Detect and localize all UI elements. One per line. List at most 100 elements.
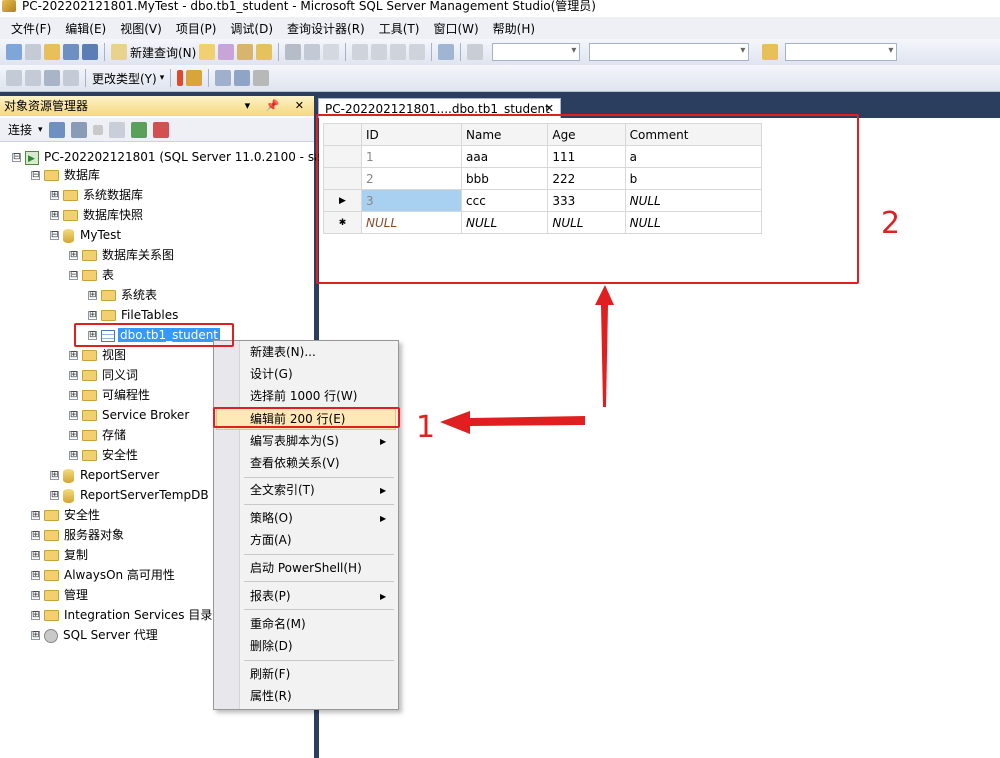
menu-item-design[interactable]: 设计(G) (250, 363, 293, 385)
tree-item-programmability[interactable]: ⊞ 可编程性 (69, 385, 150, 405)
menu-item-refresh[interactable]: 刷新(F) (250, 663, 290, 685)
connect-object-explorer-icon[interactable] (48, 121, 65, 138)
panel-window-controls[interactable]: ▾ 📌 ✕ (245, 96, 310, 116)
paste-icon[interactable] (323, 44, 340, 60)
new-query-button[interactable]: 新建查询(N) (130, 44, 196, 61)
disconnect-icon[interactable] (70, 121, 87, 138)
solution-platform-select[interactable] (589, 43, 750, 61)
expand-toggle-icon[interactable]: ⊞ (50, 191, 59, 200)
verify-sql-icon[interactable] (186, 70, 203, 86)
collapse-toggle-icon[interactable]: ⊟ (31, 171, 40, 180)
collapse-toggle-icon[interactable]: ⊟ (12, 153, 21, 162)
collapse-toggle-icon[interactable]: ⊟ (69, 271, 78, 280)
show-criteria-pane-icon[interactable] (25, 70, 41, 86)
expand-toggle-icon[interactable]: ⊞ (31, 531, 40, 540)
menu-item-policies[interactable]: 策略(O) (250, 507, 293, 529)
database-engine-query-icon[interactable] (199, 44, 216, 60)
navigate-backward-icon[interactable] (390, 44, 407, 60)
expand-toggle-icon[interactable]: ⊞ (69, 351, 78, 360)
save-icon[interactable] (63, 44, 79, 60)
new-project-icon[interactable] (6, 44, 22, 60)
expand-toggle-icon[interactable]: ⊞ (69, 451, 78, 460)
menu-item-properties[interactable]: 属性(R) (250, 685, 292, 707)
tree-item-management[interactable]: ⊞ 管理 (31, 585, 88, 605)
tree-item-storage[interactable]: ⊞ 存储 (69, 425, 126, 445)
menu-item-delete[interactable]: 删除(D) (250, 635, 293, 657)
menu-item-script-table-as[interactable]: 编写表脚本为(S) (250, 430, 339, 452)
tree-item-db-security[interactable]: ⊞ 安全性 (69, 445, 138, 465)
tree-item-integration-services[interactable]: ⊞ Integration Services 目录 (31, 605, 212, 625)
navigate-forward-icon[interactable] (409, 44, 426, 60)
add-table-icon[interactable] (234, 70, 251, 86)
tree-item-service-broker[interactable]: ⊞ Service Broker (69, 405, 189, 425)
menu-item-full-text-index[interactable]: 全文索引(T) (250, 479, 315, 501)
mdx-query-icon[interactable] (218, 44, 235, 60)
tree-item-mytest[interactable]: ⊟ MyTest (50, 225, 121, 245)
tree-item-synonyms[interactable]: ⊞ 同义词 (69, 365, 138, 385)
tree-item-databases[interactable]: ⊟ 数据库 (31, 165, 100, 185)
show-sql-pane-icon[interactable] (44, 70, 60, 86)
tree-item-security[interactable]: ⊞ 安全性 (31, 505, 100, 525)
expand-toggle-icon[interactable]: ⊞ (31, 631, 40, 640)
connect-dropdown-icon[interactable]: ▾ (38, 125, 43, 135)
change-type-dropdown-icon[interactable]: ▾ (160, 73, 165, 83)
start-debugging-icon[interactable] (467, 44, 484, 60)
expand-toggle-icon[interactable]: ⊞ (31, 571, 40, 580)
undo-icon[interactable] (352, 44, 369, 60)
menu-item-reports[interactable]: 报表(P) (250, 585, 291, 607)
tree-item-views[interactable]: ⊞ 视图 (69, 345, 126, 365)
tree-item-reportservertempdb[interactable]: ⊞ ReportServerTempDB (50, 485, 209, 505)
expand-toggle-icon[interactable]: ⊞ (69, 431, 78, 440)
stop-icon[interactable] (92, 124, 103, 135)
add-item-icon[interactable] (25, 44, 41, 60)
menu-item-view-dependencies[interactable]: 查看依赖关系(V) (250, 452, 340, 474)
menu-item-select-top-1000[interactable]: 选择前 1000 行(W) (250, 385, 357, 407)
tree-item-database-snapshots[interactable]: ⊞ 数据库快照 (50, 205, 143, 225)
menu-view[interactable]: 视图(V) (113, 20, 169, 37)
tree-item-sql-server-agent[interactable]: ⊞ SQL Server 代理 (31, 625, 158, 645)
expand-toggle-icon[interactable]: ⊞ (50, 211, 59, 220)
show-diagram-pane-icon[interactable] (6, 70, 22, 86)
menu-edit[interactable]: 编辑(E) (58, 20, 113, 37)
expand-toggle-icon[interactable]: ⊞ (69, 391, 78, 400)
menu-debug[interactable]: 调试(D) (223, 20, 280, 37)
menu-project[interactable]: 项目(P) (169, 20, 224, 37)
menu-window[interactable]: 窗口(W) (426, 20, 485, 37)
menu-item-rename[interactable]: 重命名(M) (250, 613, 306, 635)
expand-toggle-icon[interactable]: ⊞ (69, 411, 78, 420)
solution-configuration-select[interactable] (492, 43, 581, 61)
xmla-query-icon[interactable] (256, 44, 273, 60)
expand-toggle-icon[interactable]: ⊞ (88, 311, 97, 320)
tree-item-server[interactable]: ⊟ PC-202202121801 (SQL Server 11.0.2100 -… (12, 147, 326, 169)
menu-item-facets[interactable]: 方面(A) (250, 529, 292, 551)
expand-toggle-icon[interactable]: ⊞ (31, 511, 40, 520)
collapse-all-icon[interactable] (152, 121, 169, 138)
save-all-icon[interactable] (82, 44, 98, 60)
menu-file[interactable]: 文件(F) (4, 20, 58, 37)
tree-item-reportserver[interactable]: ⊞ ReportServer (50, 465, 159, 485)
menu-query-designer[interactable]: 查询设计器(R) (280, 20, 372, 37)
tree-item-replication[interactable]: ⊞ 复制 (31, 545, 88, 565)
refresh-icon[interactable] (130, 121, 147, 138)
find-input[interactable] (785, 43, 898, 61)
cut-icon[interactable] (285, 44, 302, 60)
show-results-pane-icon[interactable] (63, 70, 79, 86)
add-derived-table-icon[interactable] (253, 70, 270, 86)
tree-item-system-databases[interactable]: ⊞ 系统数据库 (50, 185, 143, 205)
tree-item-alwayson[interactable]: ⊞ AlwaysOn 高可用性 (31, 565, 175, 585)
menu-help[interactable]: 帮助(H) (486, 20, 542, 37)
tree-item-filetables[interactable]: ⊞ FileTables (88, 305, 178, 325)
collapse-toggle-icon[interactable]: ⊟ (50, 231, 59, 240)
filter-icon[interactable] (108, 121, 125, 138)
expand-toggle-icon[interactable]: ⊞ (31, 551, 40, 560)
execute-sql-icon[interactable] (177, 70, 184, 86)
activity-monitor-icon[interactable] (438, 44, 455, 60)
group-by-icon[interactable] (215, 70, 232, 86)
redo-icon[interactable] (371, 44, 388, 60)
change-type-button[interactable]: 更改类型(Y) (92, 70, 157, 87)
find-in-files-icon[interactable] (762, 44, 779, 60)
expand-toggle-icon[interactable]: ⊞ (69, 251, 78, 260)
tree-item-tables[interactable]: ⊟ 表 (69, 265, 114, 285)
expand-toggle-icon[interactable]: ⊞ (31, 611, 40, 620)
menu-item-start-powershell[interactable]: 启动 PowerShell(H) (250, 557, 362, 579)
